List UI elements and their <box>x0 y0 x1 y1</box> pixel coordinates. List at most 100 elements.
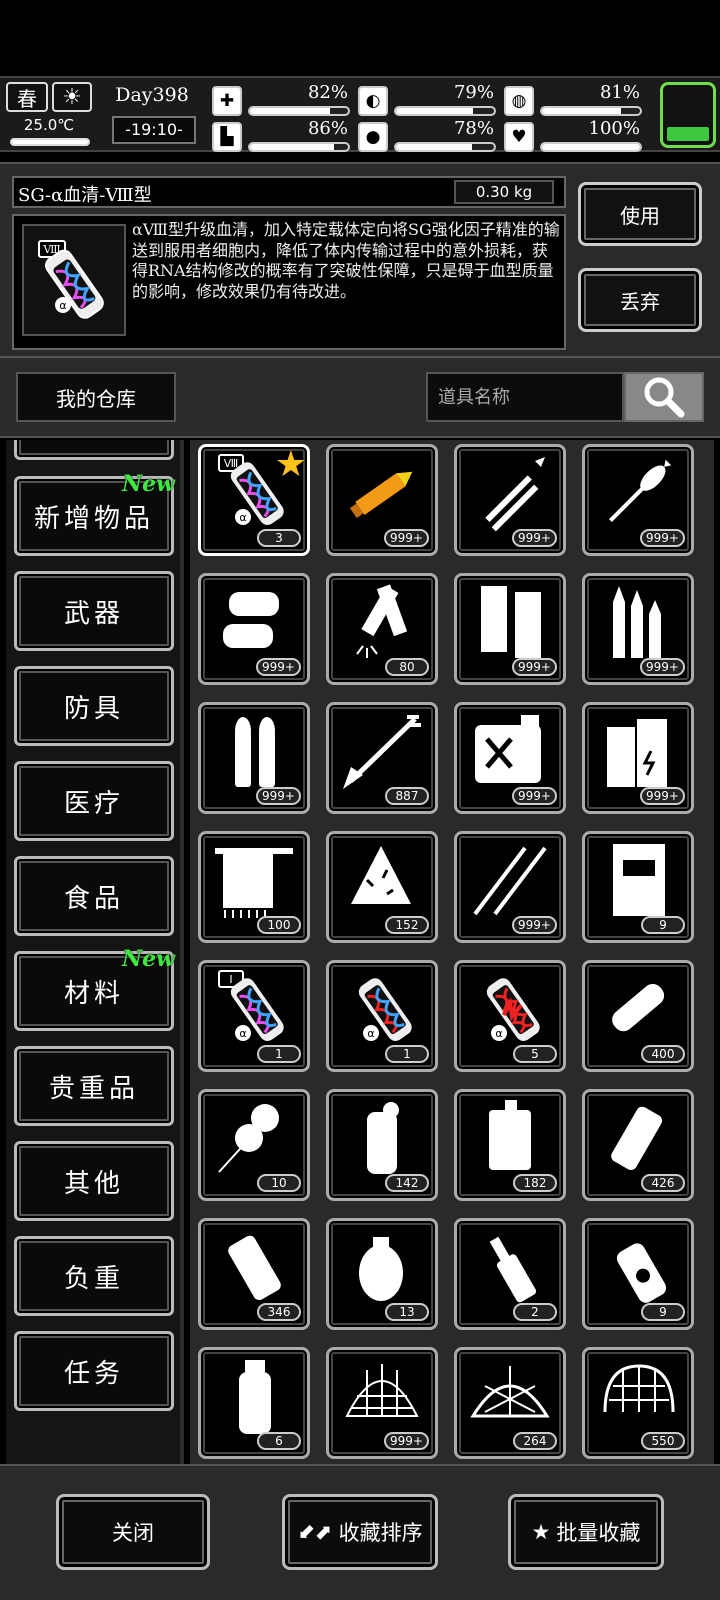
item-slot[interactable]: 400 <box>582 960 694 1072</box>
arrow-icon <box>337 711 427 791</box>
category-item[interactable]: 新增物品 New <box>14 471 175 556</box>
magazine-icon <box>465 582 555 662</box>
item-slot[interactable]: 10 <box>198 1089 310 1201</box>
favorite-sort-button[interactable]: ⬋⬈ 收藏排序 <box>282 1494 438 1570</box>
item-slot[interactable]: 999+ <box>326 1347 438 1459</box>
category-label: 武器 <box>63 598 124 629</box>
molotov-icon <box>465 1227 555 1307</box>
smoke-grenade-icon <box>593 1098 683 1178</box>
item-slot[interactable]: 999+ <box>454 702 566 814</box>
item-slot[interactable]: 9 <box>582 1218 694 1330</box>
item-count: 999+ <box>512 658 557 676</box>
item-slot[interactable]: 426 <box>582 1089 694 1201</box>
item-search-input[interactable] <box>426 372 624 422</box>
close-button[interactable]: 关闭 <box>56 1494 210 1570</box>
item-slot[interactable]: 887 <box>326 702 438 814</box>
item-slot[interactable]: α5 <box>454 960 566 1072</box>
item-slot[interactable]: Ⅷα ★ 3 <box>198 444 310 556</box>
batch-favorite-label: 批量收藏 <box>556 1521 641 1545</box>
item-description-box[interactable]: Ⅷ α αⅧ型升级血清，加入特定载体定向将SG强化因子精准的输送到服用者细胞内，… <box>12 214 566 350</box>
category-item[interactable]: 材料 New <box>14 946 175 1031</box>
item-slot[interactable]: 13 <box>326 1218 438 1330</box>
item-slot[interactable]: 152 <box>326 831 438 943</box>
discard-button[interactable]: 丢弃 <box>578 268 702 332</box>
item-slot[interactable]: 550 <box>582 1347 694 1459</box>
item-slot[interactable]: 2 <box>454 1218 566 1330</box>
book-icon <box>593 840 683 920</box>
warehouse-header: 我的仓库 <box>0 356 720 438</box>
item-slot[interactable]: α1 <box>326 960 438 1072</box>
item-slot[interactable]: 80 <box>326 573 438 685</box>
category-sidebar[interactable]: 新增物品 New 武器防具医疗食品材料 New 贵重品其他负重任务 <box>6 440 184 1464</box>
battery-indicator <box>660 82 716 148</box>
item-count: 999+ <box>512 916 557 934</box>
category-hidden-top[interactable] <box>14 440 174 460</box>
category-label: 医疗 <box>63 788 124 819</box>
category-item[interactable]: 贵重品 <box>14 1046 174 1126</box>
cloth-rag-icon <box>337 840 427 920</box>
item-grid[interactable]: Ⅷα ★ 3 999+ 999+ 999+ 999+ 80 999+ 999+ 999+ 887 999… <box>190 440 714 1464</box>
incendiary-canister-icon <box>465 1098 555 1178</box>
item-weight: 0.30 kg <box>454 180 554 204</box>
stat-track <box>394 142 496 152</box>
balloon-bomb-icon <box>209 1098 299 1178</box>
stat-health: ✚ 82% <box>212 82 352 118</box>
search-icon <box>644 377 685 418</box>
item-slot[interactable]: 999+ <box>198 702 310 814</box>
item-count: 400 <box>641 1045 685 1063</box>
svg-text:α: α <box>495 1027 502 1040</box>
category-item[interactable]: 负重 <box>14 1236 174 1316</box>
item-slot[interactable]: 6 <box>198 1347 310 1459</box>
status-hud: 春 ☀ 25.0℃ Day398 -19:10- ✚ 82% ◐ 79% ◍ 81% ▙ 86… <box>0 76 720 152</box>
item-count: 264 <box>513 1432 557 1450</box>
item-slot[interactable]: 346 <box>198 1218 310 1330</box>
stat-value: 78% <box>453 118 494 139</box>
cartridges-icon <box>593 582 683 662</box>
item-slot[interactable]: 999+ <box>582 444 694 556</box>
item-slot[interactable]: Iα1 <box>198 960 310 1072</box>
item-slot[interactable]: 142 <box>326 1089 438 1201</box>
use-button[interactable]: 使用 <box>578 182 702 246</box>
item-slot[interactable]: 999+ <box>582 573 694 685</box>
battery-level <box>667 127 709 141</box>
item-count: 80 <box>385 658 429 676</box>
item-count: 9 <box>641 916 685 934</box>
item-slot[interactable]: 999+ <box>198 573 310 685</box>
item-slot[interactable]: 100 <box>198 831 310 943</box>
star-icon: ★ <box>531 1520 551 1544</box>
stat-value: 81% <box>599 82 640 103</box>
search-button[interactable] <box>624 372 704 422</box>
heart-icon: ♥ <box>504 122 534 152</box>
category-label: 任务 <box>63 1358 124 1389</box>
new-badge: New <box>121 471 175 497</box>
item-count: 999+ <box>384 529 429 547</box>
category-item[interactable]: 武器 <box>14 571 174 651</box>
category-item[interactable]: 任务 <box>14 1331 174 1411</box>
category-label: 其他 <box>63 1168 124 1199</box>
category-item[interactable]: 医疗 <box>14 761 174 841</box>
item-count: 426 <box>641 1174 685 1192</box>
shotgun-shells-icon <box>337 582 427 662</box>
item-slot[interactable]: 999+ <box>582 702 694 814</box>
category-item[interactable]: 防具 <box>14 666 174 746</box>
item-slot[interactable]: 264 <box>454 1347 566 1459</box>
category-item[interactable]: 食品 <box>14 856 174 936</box>
item-count: 999+ <box>384 1432 429 1450</box>
item-slot[interactable]: 182 <box>454 1089 566 1201</box>
category-item[interactable]: 其他 <box>14 1141 174 1221</box>
item-count: 182 <box>513 1174 557 1192</box>
item-count: 3 <box>257 529 301 547</box>
item-slot[interactable]: 9 <box>582 831 694 943</box>
item-slot[interactable]: 999+ <box>326 444 438 556</box>
item-slot[interactable]: 999+ <box>454 444 566 556</box>
sort-arrows-icon: ⬋⬈ <box>297 1520 333 1544</box>
stat-value: 100% <box>588 118 640 139</box>
trap-net-icon <box>465 1356 555 1436</box>
item-slot[interactable]: 999+ <box>454 831 566 943</box>
batch-favorite-button[interactable]: ★ 批量收藏 <box>508 1494 664 1570</box>
item-count: 142 <box>385 1174 429 1192</box>
thermometer-bar <box>10 138 90 146</box>
new-badge: New <box>121 946 175 972</box>
item-slot[interactable]: 999+ <box>454 573 566 685</box>
item-count: 550 <box>641 1432 685 1450</box>
